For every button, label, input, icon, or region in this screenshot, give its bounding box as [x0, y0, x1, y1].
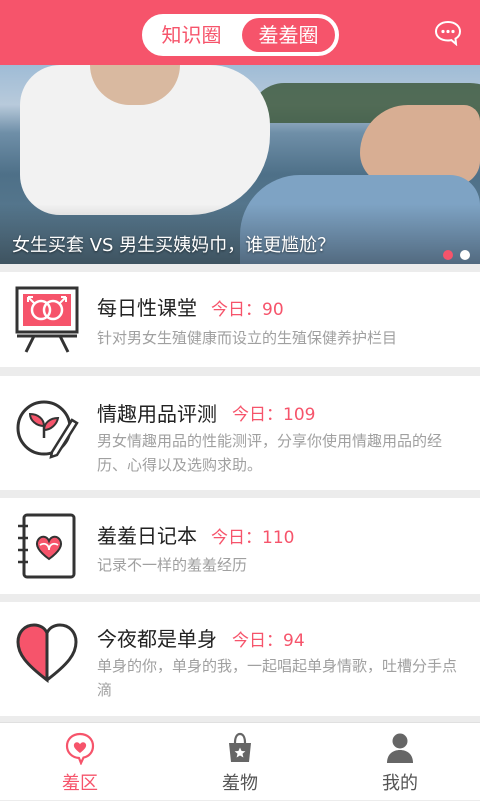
banner-figure-leg: [360, 105, 480, 185]
card-description: 单身的你，单身的我，一起唱起单身情歌，吐槽分手点滴: [97, 657, 458, 699]
tab-label: 我的: [382, 773, 418, 794]
forum-card-daily-class[interactable]: 每日性课堂 今日：90 针对男女生殖健康而设立的生殖保健养护栏目: [0, 272, 480, 367]
card-title: 今夜都是单身: [97, 627, 217, 651]
carousel-dot-active[interactable]: [443, 250, 453, 260]
tab-shy-items[interactable]: 羞物: [160, 723, 320, 801]
banner-caption[interactable]: 女生买套 VS 男生买姨妈巾，谁更尴尬？: [12, 231, 335, 257]
tab-shy-zone[interactable]: 羞区: [0, 723, 160, 801]
today-count: 今日：109: [232, 405, 316, 425]
chat-bubble-icon[interactable]: [434, 20, 462, 46]
carousel-dot[interactable]: [460, 250, 471, 260]
tab-mine[interactable]: 我的: [320, 723, 480, 801]
user-icon: [387, 733, 413, 763]
heart-notebook-icon: [18, 513, 76, 579]
card-description: 男女情趣用品的性能测评，分享你使用情趣用品的经历、心得以及选购求助。: [97, 432, 443, 474]
heart-bubble-icon: [65, 732, 95, 765]
card-title: 情趣用品评测: [97, 402, 217, 426]
tab-label: 羞区: [62, 773, 98, 794]
bottom-tab-bar: 羞区 羞物 我的: [0, 722, 480, 800]
today-count: 今日：90: [211, 300, 284, 320]
card-title: 每日性课堂: [97, 296, 197, 320]
top-bar: 知识圈 羞羞圈: [0, 0, 480, 65]
gift-bag-icon: [229, 732, 251, 762]
half-heart-icon: [16, 623, 78, 684]
today-count: 今日：94: [232, 631, 305, 651]
tab-shy-circle[interactable]: 羞羞圈: [242, 18, 335, 52]
banner-carousel[interactable]: 女生买套 VS 男生买姨妈巾，谁更尴尬？: [0, 65, 480, 264]
forum-card-diary[interactable]: 羞羞日记本 今日：110 记录不一样的羞羞经历: [0, 498, 480, 594]
classroom-board-icon: [15, 286, 79, 353]
circle-switch: 知识圈 羞羞圈: [142, 14, 339, 56]
leaf-pen-icon: [16, 400, 79, 459]
tab-knowledge-circle[interactable]: 知识圈: [146, 18, 237, 52]
card-title: 羞羞日记本: [97, 524, 197, 548]
forum-card-single-tonight[interactable]: 今夜都是单身 今日：94 单身的你，单身的我，一起唱起单身情歌，吐槽分手点滴: [0, 602, 480, 716]
card-description: 针对男女生殖健康而设立的生殖保健养护栏目: [97, 329, 398, 347]
tab-label: 羞物: [222, 773, 258, 794]
today-count: 今日：110: [211, 528, 295, 548]
carousel-indicator: [441, 245, 471, 264]
card-description: 记录不一样的羞羞经历: [97, 556, 248, 574]
forum-card-toy-review[interactable]: 情趣用品评测 今日：109 男女情趣用品的性能测评，分享你使用情趣用品的经历、心…: [0, 376, 480, 490]
